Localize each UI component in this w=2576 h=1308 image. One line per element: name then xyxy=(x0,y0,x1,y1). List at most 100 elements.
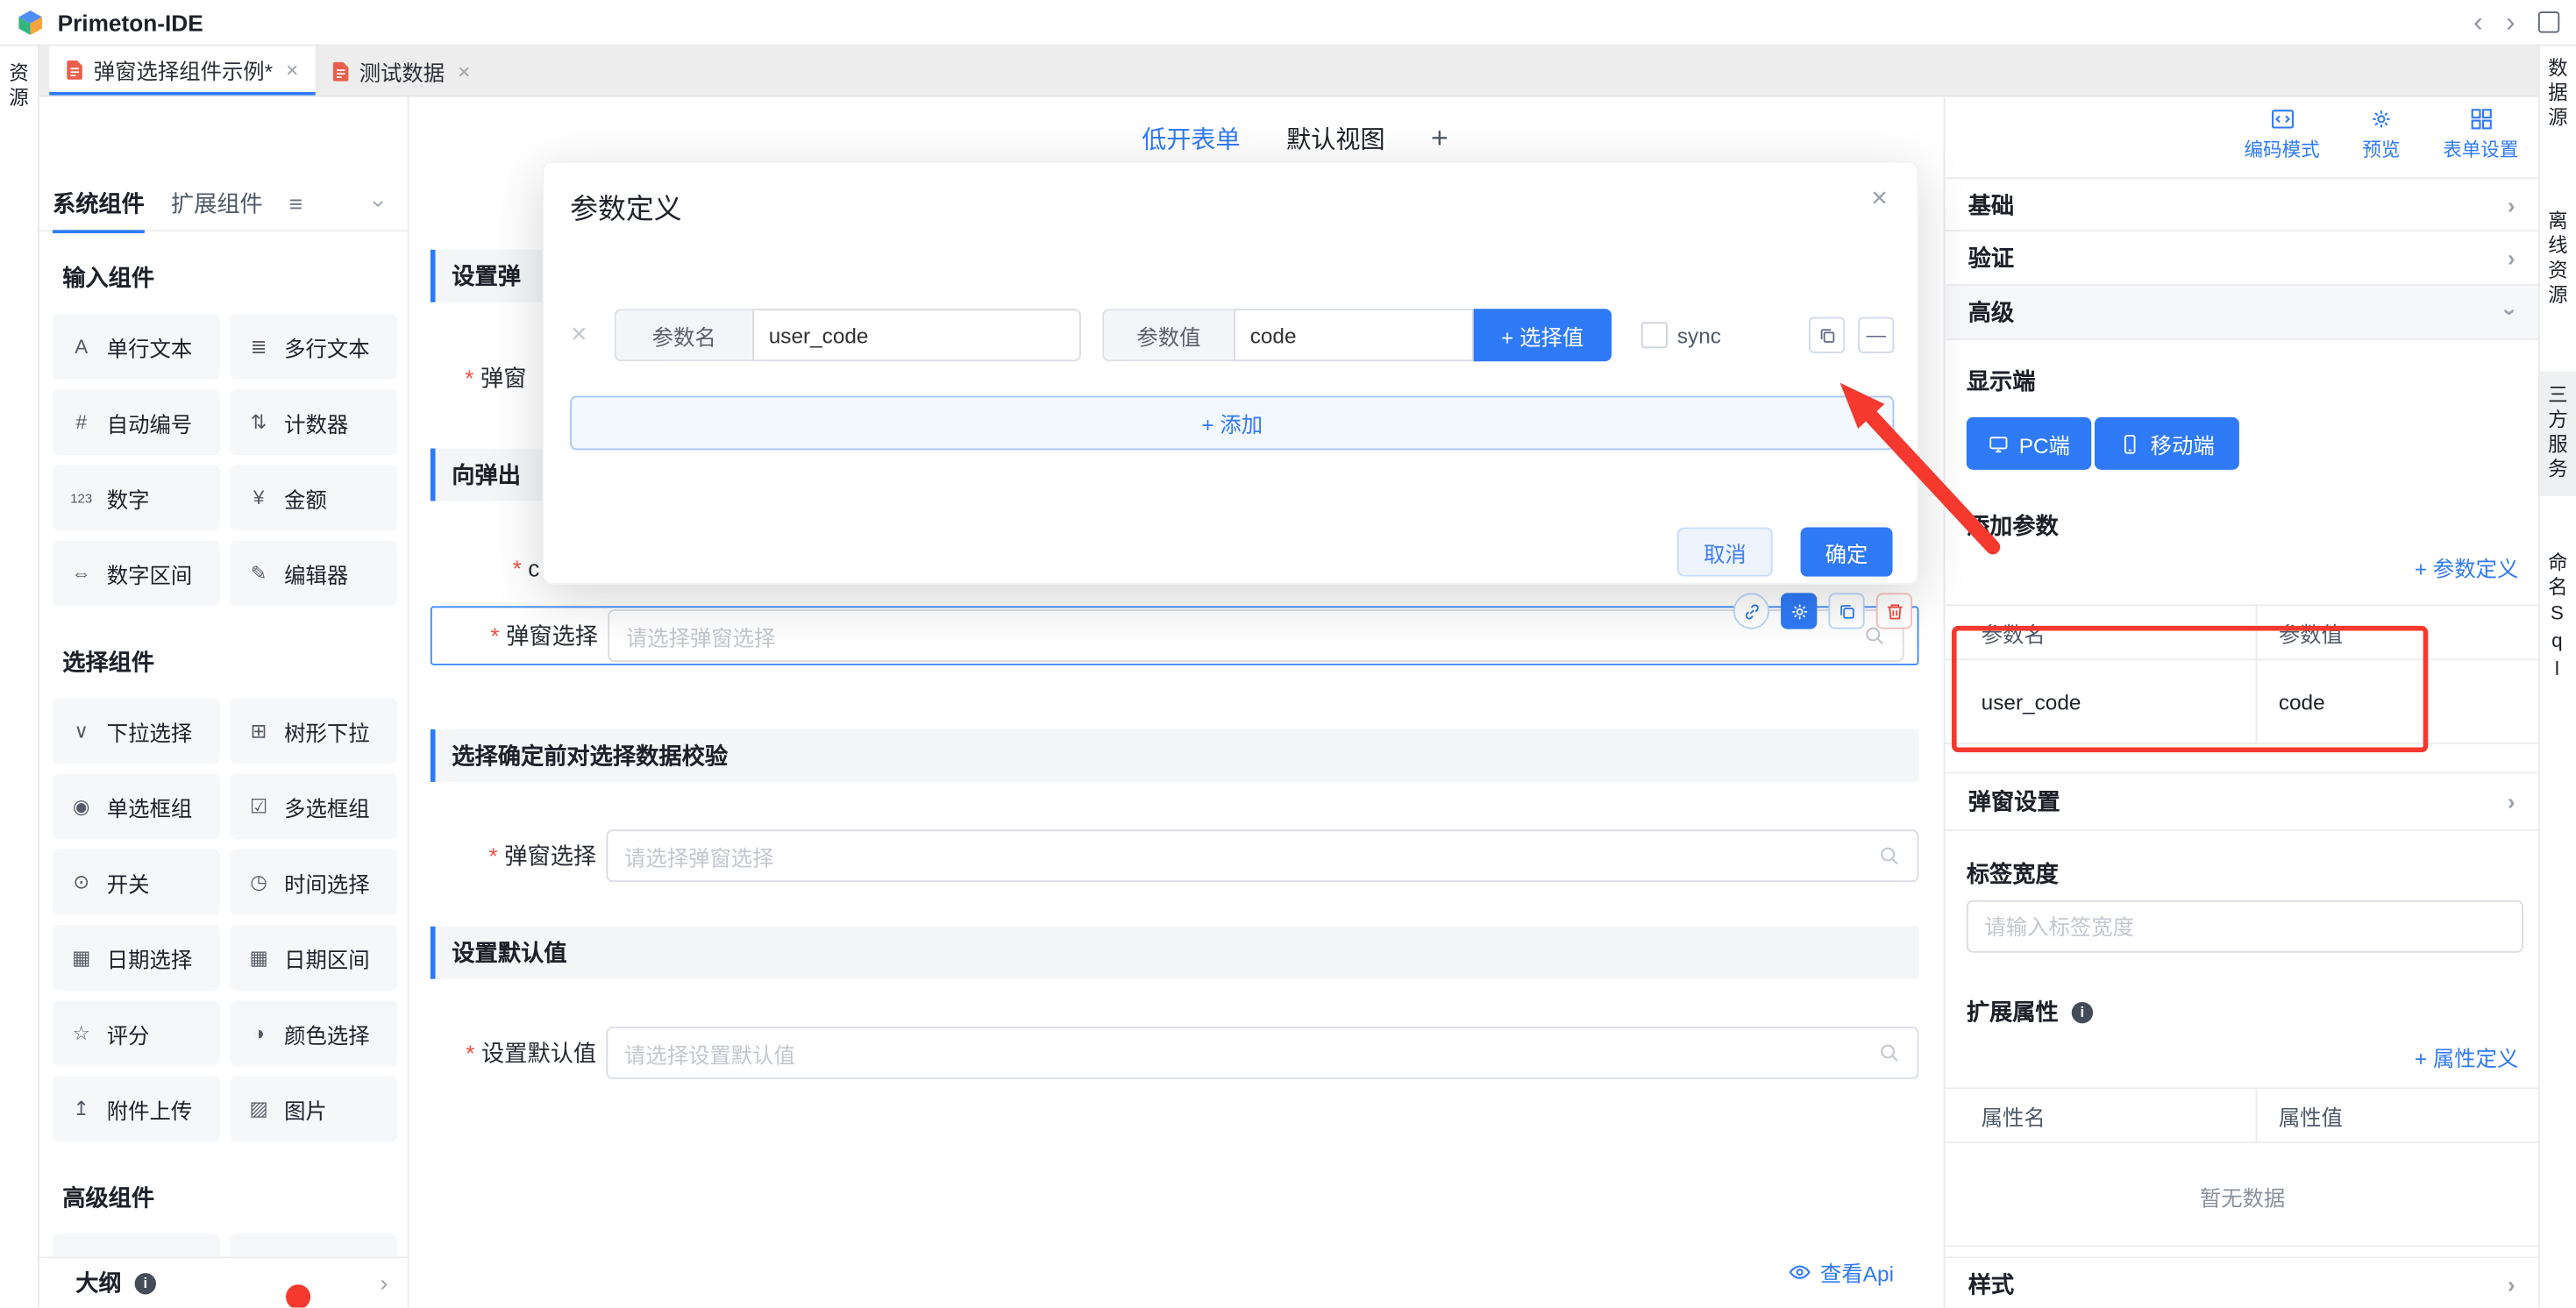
accordion-basic[interactable]: 基础 › xyxy=(1945,177,2537,231)
top-bar: Primeton-IDE ‹ › xyxy=(0,0,2576,46)
preview-button[interactable]: 预览 xyxy=(2362,107,2400,163)
multi-line-text-icon: ≣ xyxy=(245,335,273,358)
palette-item-radio-group[interactable]: ◉单选框组 xyxy=(53,774,220,840)
view-tabs: 低开表单 默认视图 + xyxy=(1142,122,1448,156)
accordion-style[interactable]: 样式 › xyxy=(1945,1256,2537,1307)
ext-props-table: 属性名 属性值 xyxy=(1945,1087,2537,1143)
prop-define-link[interactable]: + 属性定义 xyxy=(2415,1041,2518,1073)
copy-row-button[interactable] xyxy=(1809,317,1845,353)
pc-side-button[interactable]: PC端 xyxy=(1967,417,2091,470)
tab-extended-components[interactable]: 扩展组件 xyxy=(171,188,263,220)
required-mark: * xyxy=(489,842,498,869)
window-layout-icon[interactable] xyxy=(2538,11,2559,32)
palette-item-switch[interactable]: ⊙开关 xyxy=(53,849,220,915)
app-logo-icon xyxy=(17,8,45,36)
dialog-title: 参数定义 xyxy=(570,186,681,227)
nav-forward-icon[interactable]: › xyxy=(2506,8,2516,36)
dock-offline-resources[interactable]: 离线资源 xyxy=(2544,210,2572,309)
palette-item-upload[interactable]: ↥附件上传 xyxy=(53,1076,220,1141)
right-dock-strip: 数据源 离线资源 三方服务 命名Sql xyxy=(2538,46,2576,1307)
add-view-button[interactable]: + xyxy=(1431,122,1448,156)
choose-value-button[interactable]: + 选择值 xyxy=(1474,309,1612,361)
link-field-button[interactable] xyxy=(1733,593,1769,629)
dock-resources[interactable]: 资源 xyxy=(5,62,33,111)
dock-data-source[interactable]: 数据源 xyxy=(2544,58,2572,132)
tab-default-view[interactable]: 默认视图 xyxy=(1286,122,1384,156)
add-param-button[interactable]: + 添加 xyxy=(570,396,1894,451)
palette-item-single-line-text[interactable]: A单行文本 xyxy=(53,314,220,380)
outline-expand-icon[interactable]: › xyxy=(380,1269,388,1296)
palette-item-date-range[interactable]: ▦日期区间 xyxy=(230,925,397,991)
field-label: * 弹窗选择 xyxy=(465,839,596,871)
palette-menu-icon[interactable]: ≡ xyxy=(289,190,302,217)
annotation-highlight-rect xyxy=(1952,626,2428,752)
selected-field-dialog-select[interactable]: * 弹窗选择 请选择弹窗选择 xyxy=(431,606,1919,665)
close-tab-icon[interactable]: × xyxy=(458,59,470,83)
delete-field-button[interactable] xyxy=(1876,593,1912,629)
default-value-input[interactable]: 请选择设置默认值 xyxy=(606,1027,1918,1079)
palette-item-number[interactable]: 123数字 xyxy=(53,465,220,530)
copy-field-button[interactable] xyxy=(1828,593,1864,629)
palette-item-time-picker[interactable]: ◷时间选择 xyxy=(230,849,397,915)
row-handle-icon[interactable]: ✕ xyxy=(570,322,587,348)
file-icon xyxy=(331,60,350,81)
palette-item-amount[interactable]: ¥金额 xyxy=(230,465,397,530)
palette-item-tree-select[interactable]: ⊞树形下拉 xyxy=(230,698,397,764)
dock-named-sql[interactable]: 命名Sql xyxy=(2544,552,2572,686)
number-range-icon: ⇔ xyxy=(68,562,96,585)
chevron-right-icon: › xyxy=(2508,788,2516,814)
close-tab-icon[interactable]: × xyxy=(286,57,298,82)
mobile-side-button[interactable]: 移动端 xyxy=(2095,417,2239,470)
editor-icon: ✎ xyxy=(245,562,273,585)
info-icon: i xyxy=(2072,1001,2093,1022)
palette-item-rate[interactable]: ☆评分 xyxy=(53,1000,220,1066)
accordion-validate[interactable]: 验证 › xyxy=(1945,231,2537,286)
param-define-link[interactable]: + 参数定义 xyxy=(2415,552,2518,584)
palette-item-date-picker[interactable]: ▦日期选择 xyxy=(53,925,220,991)
sync-checkbox[interactable] xyxy=(1641,322,1668,348)
palette-item-color-picker[interactable]: ◑颜色选择 xyxy=(230,1000,397,1066)
outline-bar[interactable]: 大纲 i › xyxy=(39,1256,408,1307)
dialog-select-input[interactable]: 请选择弹窗选择 xyxy=(606,829,1918,882)
field-label-covered-2: * c xyxy=(513,555,540,581)
field-label-covered-1: * 弹窗 xyxy=(465,361,526,394)
param-name-input[interactable] xyxy=(752,309,1081,361)
col-prop-name: 属性名 xyxy=(1945,1089,2255,1141)
field-settings-button[interactable] xyxy=(1781,593,1817,629)
palette-item-counter[interactable]: ⇅计数器 xyxy=(230,389,397,455)
param-value-input[interactable] xyxy=(1234,309,1474,361)
view-api-link[interactable]: 查看Api xyxy=(1788,1256,1894,1288)
section-validate-before-confirm[interactable]: 选择确定前对选择数据校验 xyxy=(431,729,1919,782)
form-settings-button[interactable]: 表单设置 xyxy=(2443,107,2518,163)
field-dialog-select-2[interactable]: * 弹窗选择 请选择弹窗选择 xyxy=(431,828,1919,884)
tab-low-code-form[interactable]: 低开表单 xyxy=(1142,122,1240,156)
confirm-button[interactable]: 确定 xyxy=(1801,527,1893,576)
palette-item-multi-line-text[interactable]: ≣多行文本 xyxy=(230,314,397,380)
group-title-advanced: 高级组件 xyxy=(62,1181,407,1213)
search-icon xyxy=(1878,1041,1901,1064)
palette-item-select[interactable]: ∨下拉选择 xyxy=(53,698,220,764)
param-row: ✕ 参数名 参数值 + 选择值 sync — xyxy=(570,307,1894,363)
section-set-default-value[interactable]: 设置默认值 xyxy=(431,927,1919,979)
palette-item-checkbox-group[interactable]: ☑多选框组 xyxy=(230,774,397,840)
palette-item-editor[interactable]: ✎编辑器 xyxy=(230,540,397,606)
field-set-default-value[interactable]: * 设置默认值 请选择设置默认值 xyxy=(431,1025,1919,1081)
palette-item-image[interactable]: ▨图片 xyxy=(230,1076,397,1141)
tab-system-components[interactable]: 系统组件 xyxy=(53,188,145,220)
tab-dialog-select-example[interactable]: 弹窗选择组件示例* × xyxy=(49,46,315,95)
accordion-advanced[interactable]: 高级 › xyxy=(1945,286,2537,340)
palette-collapse-icon[interactable]: › xyxy=(367,200,394,208)
cancel-button[interactable]: 取消 xyxy=(1677,527,1773,576)
nav-back-icon[interactable]: ‹ xyxy=(2473,8,2483,36)
tab-test-data[interactable]: 测试数据 × xyxy=(315,46,487,95)
label-width-input[interactable] xyxy=(1967,900,2523,953)
counter-icon: ⇅ xyxy=(245,410,273,433)
close-dialog-icon[interactable]: × xyxy=(1871,182,1888,215)
dock-third-party-services[interactable]: 三方服务 xyxy=(2544,384,2572,482)
accordion-dialog-settings[interactable]: 弹窗设置 › xyxy=(1945,772,2537,831)
dialog-select-input[interactable]: 请选择弹窗选择 xyxy=(608,609,1904,662)
palette-item-number-range[interactable]: ⇔数字区间 xyxy=(53,540,220,606)
remove-row-button[interactable]: — xyxy=(1858,317,1894,353)
code-mode-button[interactable]: 编码模式 xyxy=(2244,107,2319,163)
palette-item-auto-number[interactable]: #自动编号 xyxy=(53,389,220,455)
